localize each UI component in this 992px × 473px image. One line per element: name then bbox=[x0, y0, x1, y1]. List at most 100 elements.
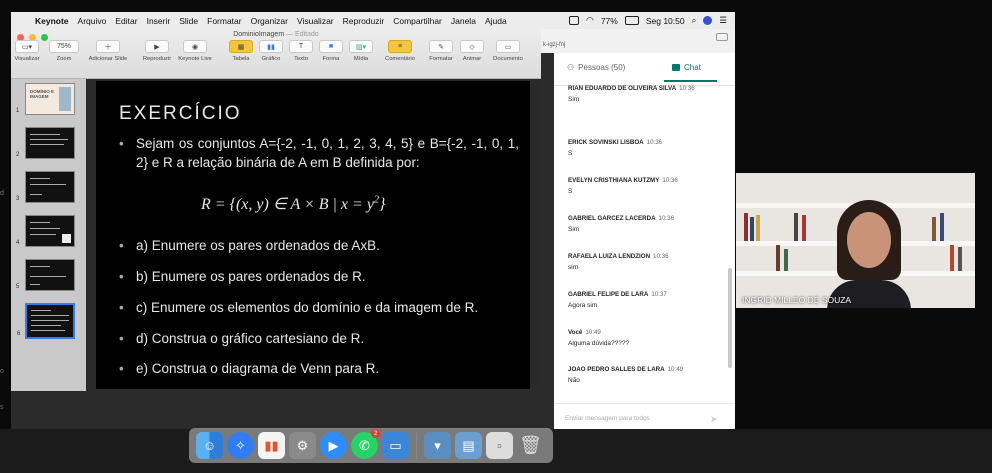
slide-number: 4 bbox=[16, 240, 20, 246]
downloads-folder-icon[interactable]: ▾ bbox=[424, 432, 451, 459]
menu-item[interactable]: Formatar bbox=[207, 16, 241, 26]
menu-item[interactable]: Janela bbox=[451, 16, 476, 26]
send-icon[interactable]: ➤ bbox=[710, 414, 718, 425]
slide-thumbnail[interactable]: 3 bbox=[16, 171, 75, 203]
menu-item[interactable]: Visualizar bbox=[297, 16, 334, 26]
numbers-icon[interactable]: ▮▮ bbox=[258, 432, 285, 459]
view-icon: ▭▾ bbox=[15, 40, 39, 53]
formula-main: R = {(x, y) ∈ A × B | x = y bbox=[201, 196, 374, 213]
trash-icon[interactable]: 🗑 bbox=[517, 432, 544, 459]
zoom-icon[interactable]: ▶ bbox=[320, 432, 347, 459]
battery-percent[interactable]: 77% bbox=[601, 16, 618, 26]
message-text: Sim bbox=[568, 226, 580, 233]
keynote-icon[interactable]: ▭ bbox=[382, 432, 409, 459]
thumbnail-line bbox=[31, 325, 61, 326]
book bbox=[776, 245, 780, 271]
thumbnail-line bbox=[30, 184, 66, 185]
mac-dock: ☺ ✧ ▮▮ ⚙ ▶ ✆ 2 ▭ ▾ ▤ ▫ 🗑 bbox=[189, 428, 553, 463]
chat-icon bbox=[672, 64, 680, 71]
tab-chat[interactable]: Chat bbox=[664, 63, 717, 82]
siri-icon[interactable] bbox=[703, 16, 713, 25]
formula-end: } bbox=[378, 196, 386, 213]
toolbar-keynote-live[interactable]: ◉ Keynote Live bbox=[177, 40, 213, 62]
mac-menubar: Keynote Arquivo Editar Inserir Slide For… bbox=[11, 12, 735, 29]
document-title: DominioImagem — Editado bbox=[11, 31, 541, 38]
menu-item[interactable]: Reproduzir bbox=[343, 16, 385, 26]
menu-item[interactable]: Organizar bbox=[251, 16, 288, 26]
wifi-icon[interactable]: ◠ bbox=[586, 15, 594, 26]
thumbnail-line bbox=[31, 310, 51, 311]
battery-icon[interactable] bbox=[624, 16, 639, 25]
window-preview-icon[interactable]: ▫ bbox=[486, 432, 513, 459]
book bbox=[756, 215, 760, 241]
documents-folder-icon[interactable]: ▤ bbox=[455, 432, 482, 459]
message-sender: GABRIEL GARCEZ LACERDA bbox=[568, 215, 656, 222]
menu-item[interactable]: Compartilhar bbox=[393, 16, 442, 26]
spotlight-icon[interactable]: ⌕ bbox=[692, 15, 697, 26]
toolbar-view[interactable]: ▭▾ Visualizar bbox=[11, 40, 45, 62]
message-text: Sim bbox=[568, 96, 580, 103]
safari-icon[interactable]: ✧ bbox=[227, 432, 254, 459]
book bbox=[932, 217, 936, 241]
message-sender: EVELYN CRISTHIANA KUTZMY bbox=[568, 177, 660, 184]
notification-badge: 2 bbox=[371, 429, 380, 438]
slide-thumbnail[interactable]: DOMÍNIO E IMAGEM 1 bbox=[16, 83, 75, 115]
chat-message: JOAO PEDRO SALLES DE LARA 10:49 Não bbox=[568, 366, 728, 384]
screen-share-status-icon[interactable] bbox=[568, 16, 579, 25]
document-name: DominioImagem bbox=[233, 31, 285, 38]
menubar-clock[interactable]: Seg 10:50 bbox=[646, 16, 685, 26]
toolbar-document[interactable]: ▭ Documento bbox=[488, 40, 528, 62]
current-slide[interactable]: EXERCÍCIO Sejam os conjuntos A={-2, -1, … bbox=[96, 81, 530, 389]
slide-thumbnail-selected[interactable]: 6 bbox=[17, 303, 75, 339]
toolbar-animate[interactable]: ◇ Animar bbox=[454, 40, 490, 62]
slide-bullet: b) Enumere os pares ordenados de R. bbox=[119, 269, 366, 284]
toolbar-add-slide[interactable]: ＋ Adicionar Slide bbox=[88, 40, 128, 62]
toolbar-comment[interactable]: ≡ Comentário bbox=[379, 40, 421, 62]
browser-action-icon[interactable] bbox=[716, 33, 728, 41]
slide-canvas: EXERCÍCIO Sejam os conjuntos A={-2, -1, … bbox=[86, 79, 541, 391]
toolbar-label: Texto bbox=[294, 56, 308, 62]
animate-icon: ◇ bbox=[460, 40, 484, 53]
chat-input[interactable]: Enviar mensagem para todos bbox=[565, 415, 650, 422]
participant-name: INGRID MILLEO DE SOUZA bbox=[742, 295, 852, 305]
book bbox=[950, 245, 954, 271]
participant-video-tile[interactable]: INGRID MILLEO DE SOUZA bbox=[736, 173, 975, 308]
slide-title: EXERCÍCIO bbox=[119, 103, 242, 124]
background-edge-glyph: s bbox=[0, 404, 4, 411]
slide-bullet: d) Construa o gráfico cartesiano de R. bbox=[119, 331, 364, 346]
slide-thumbnail[interactable]: 4 bbox=[16, 215, 75, 247]
notification-center-icon[interactable]: ☰ bbox=[719, 15, 727, 26]
thumbnail-line bbox=[30, 134, 60, 135]
background-edge-glyph: o bbox=[0, 368, 4, 375]
menu-item[interactable]: Arquivo bbox=[78, 16, 107, 26]
slide-thumbnail[interactable]: 2 bbox=[16, 127, 75, 159]
menu-item[interactable]: Editar bbox=[115, 16, 137, 26]
message-text: S bbox=[568, 150, 573, 157]
keynote-live-icon: ◉ bbox=[183, 40, 207, 53]
url-fragment[interactable]: k-igzj-fnj bbox=[543, 42, 565, 48]
system-preferences-icon[interactable]: ⚙ bbox=[289, 432, 316, 459]
menu-item[interactable]: Ajuda bbox=[485, 16, 507, 26]
toolbar-play[interactable]: ▶ Reproduzir bbox=[139, 40, 175, 62]
chat-message: ERICK SOVINSKI LISBOA 10:36 S bbox=[568, 139, 728, 157]
chat-scrollbar[interactable] bbox=[728, 268, 732, 368]
thumbnail-line bbox=[30, 228, 60, 229]
slide-number: 5 bbox=[16, 284, 20, 290]
toolbar-media[interactable]: ▨▾ Mídia bbox=[343, 40, 379, 62]
add-slide-icon: ＋ bbox=[96, 40, 120, 53]
book bbox=[940, 213, 944, 241]
whatsapp-icon[interactable]: ✆ 2 bbox=[351, 429, 380, 459]
zoom-select[interactable]: 75% bbox=[49, 40, 79, 53]
toolbar-label: Comentário bbox=[385, 56, 415, 62]
participant-person bbox=[827, 200, 911, 308]
finder-icon[interactable]: ☺ bbox=[196, 432, 223, 459]
play-icon: ▶ bbox=[145, 40, 169, 53]
menu-item[interactable]: Inserir bbox=[147, 16, 171, 26]
meet-side-panel: ⚇ Pessoas (50) Chat RIAN EDUARDO DE OLIV… bbox=[554, 53, 735, 429]
menu-item[interactable]: Slide bbox=[179, 16, 198, 26]
menu-app-name[interactable]: Keynote bbox=[35, 16, 69, 26]
toolbar-zoom[interactable]: 75% Zoom bbox=[46, 40, 82, 62]
book bbox=[784, 249, 788, 271]
tab-people[interactable]: ⚇ Pessoas (50) bbox=[567, 63, 625, 72]
slide-thumbnail[interactable]: 5 bbox=[16, 259, 75, 291]
